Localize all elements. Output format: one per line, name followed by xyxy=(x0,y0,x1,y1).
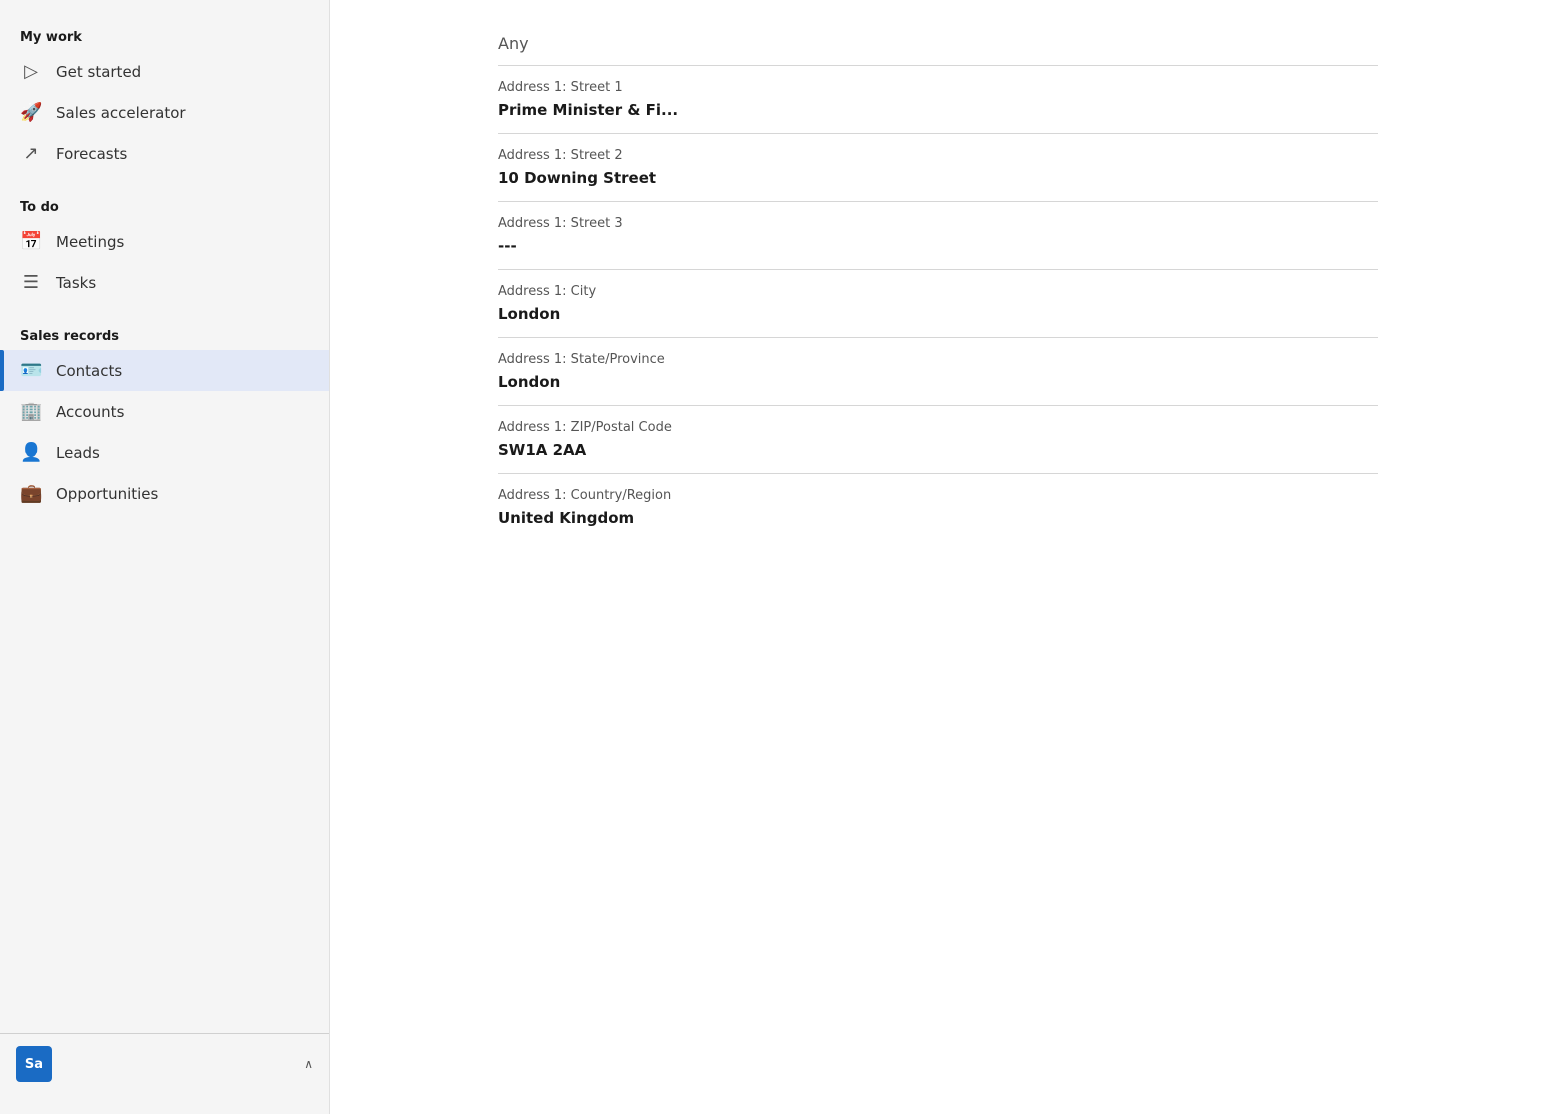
form-field: Address 1: Street 1 Prime Minister & Fi..… xyxy=(498,66,1378,134)
get-started-icon: ▷ xyxy=(20,61,42,82)
opportunities-icon: 💼 xyxy=(20,483,42,504)
accounts-icon: 🏢 xyxy=(20,401,42,422)
sidebar-label-contacts: Contacts xyxy=(56,362,122,380)
sidebar-label-get-started: Get started xyxy=(56,63,141,81)
main-content: Any Address 1: Street 1 Prime Minister & … xyxy=(330,0,1546,1114)
sidebar-label-leads: Leads xyxy=(56,444,100,462)
field-label: Address 1: City xyxy=(498,284,1378,299)
form-field: Address 1: Street 2 10 Downing Street xyxy=(498,134,1378,202)
sidebar-item-accounts[interactable]: 🏢 Accounts xyxy=(0,391,329,432)
tasks-icon: ☰ xyxy=(20,272,42,293)
sidebar-item-tasks[interactable]: ☰ Tasks xyxy=(0,262,329,303)
leads-icon: 👤 xyxy=(20,442,42,463)
sales-accelerator-icon: 🚀 xyxy=(20,102,42,123)
contacts-icon: 🪪 xyxy=(20,360,42,381)
field-value: London xyxy=(498,373,1378,391)
field-value: SW1A 2AA xyxy=(498,441,1378,459)
field-label: Address 1: Street 2 xyxy=(498,148,1378,163)
sidebar-item-contacts[interactable]: 🪪 Contacts xyxy=(0,350,329,391)
sidebar-chevron-icon[interactable]: ∧ xyxy=(304,1057,313,1071)
field-value: 10 Downing Street xyxy=(498,169,1378,187)
field-label: Address 1: ZIP/Postal Code xyxy=(498,420,1378,435)
field-value: --- xyxy=(498,237,1378,255)
sidebar-section-header-sales-records: Sales records xyxy=(0,319,329,350)
form-field: Address 1: City London xyxy=(498,270,1378,338)
field-value: Prime Minister & Fi... xyxy=(498,101,1378,119)
sidebar: My work ▷ Get started 🚀 Sales accelerator ↗ Fo… xyxy=(0,0,330,1114)
meetings-icon: 📅 xyxy=(20,231,42,252)
sidebar-label-sales-accelerator: Sales accelerator xyxy=(56,104,186,122)
field-label: Address 1: Street 1 xyxy=(498,80,1378,95)
sidebar-label-tasks: Tasks xyxy=(56,274,96,292)
sidebar-bottom[interactable]: Sa ∧ xyxy=(0,1033,329,1094)
field-value: London xyxy=(498,305,1378,323)
sidebar-item-get-started[interactable]: ▷ Get started xyxy=(0,51,329,92)
sidebar-item-sales-accelerator[interactable]: 🚀 Sales accelerator xyxy=(0,92,329,133)
form-field: Address 1: Country/Region United Kingdom xyxy=(498,474,1378,541)
sidebar-label-opportunities: Opportunities xyxy=(56,485,158,503)
form-field: Address 1: Street 3 --- xyxy=(498,202,1378,270)
sidebar-item-forecasts[interactable]: ↗ Forecasts xyxy=(0,133,329,174)
sidebar-label-forecasts: Forecasts xyxy=(56,145,127,163)
sidebar-section-header-my-work: My work xyxy=(0,20,329,51)
sidebar-label-accounts: Accounts xyxy=(56,403,124,421)
sidebar-item-leads[interactable]: 👤 Leads xyxy=(0,432,329,473)
field-label: Address 1: Country/Region xyxy=(498,488,1378,503)
any-row: Any xyxy=(498,20,1378,66)
field-value: United Kingdom xyxy=(498,509,1378,527)
form-field: Address 1: State/Province London xyxy=(498,338,1378,406)
form-field: Address 1: ZIP/Postal Code SW1A 2AA xyxy=(498,406,1378,474)
sidebar-item-opportunities[interactable]: 💼 Opportunities xyxy=(0,473,329,514)
field-label: Address 1: Street 3 xyxy=(498,216,1378,231)
field-label: Address 1: State/Province xyxy=(498,352,1378,367)
avatar: Sa xyxy=(16,1046,52,1082)
sidebar-item-meetings[interactable]: 📅 Meetings xyxy=(0,221,329,262)
sidebar-section-header-to-do: To do xyxy=(0,190,329,221)
sidebar-label-meetings: Meetings xyxy=(56,233,124,251)
forecasts-icon: ↗ xyxy=(20,143,42,164)
form-container: Any Address 1: Street 1 Prime Minister & … xyxy=(458,0,1418,581)
